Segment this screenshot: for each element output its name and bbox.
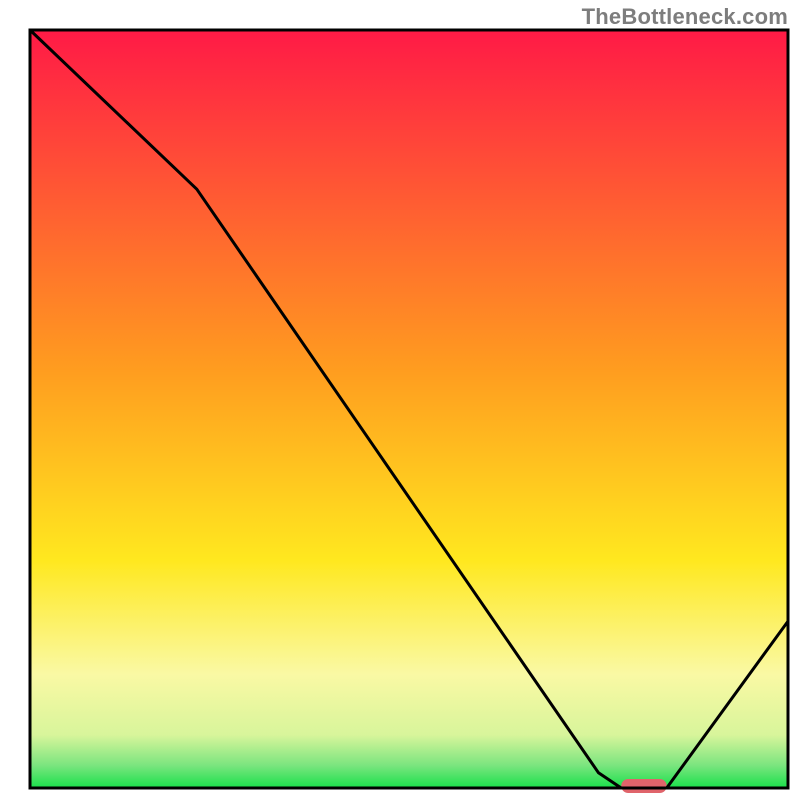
watermark-text: TheBottleneck.com [582, 4, 788, 30]
optimal-marker [621, 779, 666, 793]
plot-background [30, 30, 788, 788]
bottleneck-chart [0, 0, 800, 800]
chart-canvas: TheBottleneck.com [0, 0, 800, 800]
